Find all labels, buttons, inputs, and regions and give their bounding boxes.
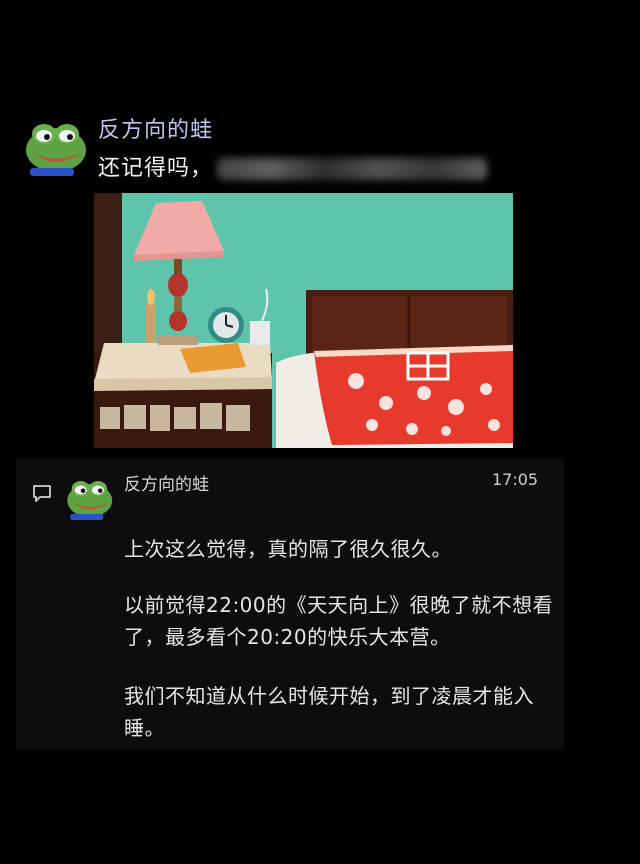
bedroom-photo xyxy=(94,193,513,448)
post-text-visible: 还记得吗， xyxy=(98,156,214,181)
pepe-frog-avatar-icon xyxy=(26,124,86,176)
comment-author-avatar[interactable] xyxy=(64,478,114,520)
comment-paragraph: 我们不知道从什么时候开始，到了凌晨才能入睡。 xyxy=(124,684,534,740)
post-photo[interactable] xyxy=(94,193,513,448)
comment-paragraph: 以前觉得22:00的《天天向上》很晚了就不想看了，最多看个20:20的快乐大本营… xyxy=(124,593,554,649)
comment-icon[interactable] xyxy=(32,484,52,502)
post-author-name[interactable]: 反方向的蛙 xyxy=(98,112,213,144)
post-text: 还记得吗， xyxy=(98,150,488,182)
comment-timestamp: 17:05 xyxy=(492,470,539,489)
redacted-text xyxy=(217,158,488,180)
comment-paragraph: 上次这么觉得，真的隔了很久很久。 xyxy=(124,537,452,561)
pepe-frog-avatar-icon xyxy=(67,481,113,520)
comment-author-name[interactable]: 反方向的蛙 xyxy=(124,470,209,495)
author-avatar[interactable] xyxy=(22,120,88,176)
